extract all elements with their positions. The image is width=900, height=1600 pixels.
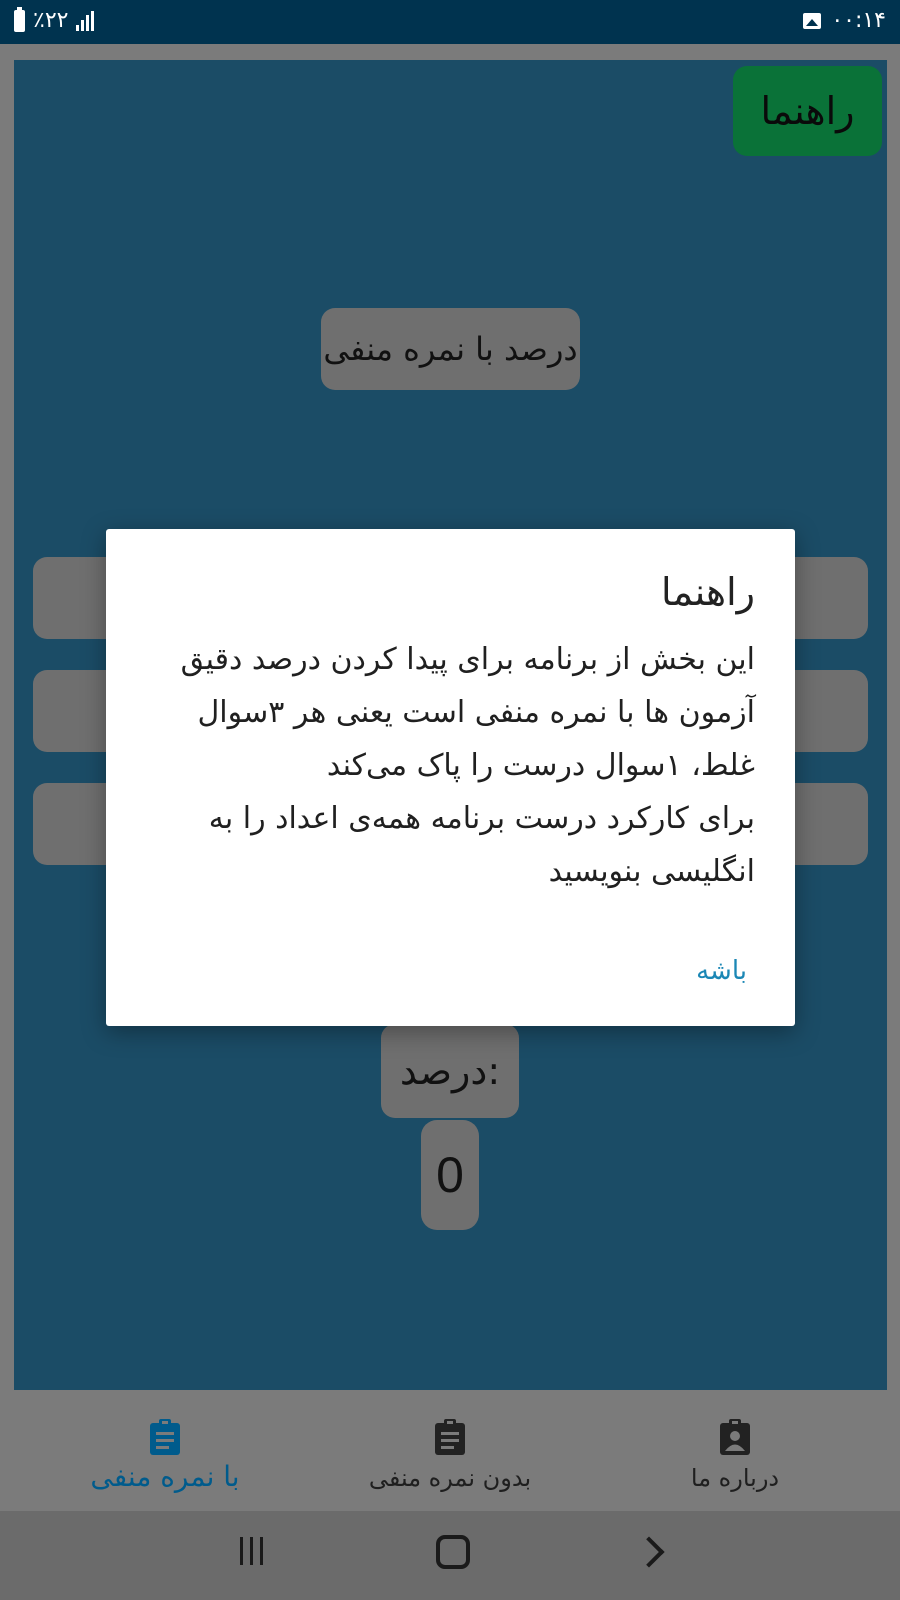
signal-icon <box>76 10 95 31</box>
nav-item-about-us[interactable]: درباره ما <box>585 1398 885 1511</box>
dialog-line: انگلیسی بنویسید <box>548 854 755 889</box>
result-label: درصد: <box>381 1024 519 1118</box>
battery-percentage: ٪۲۲ <box>33 8 69 33</box>
home-icon[interactable] <box>436 1535 470 1569</box>
image-notification-icon <box>803 12 822 29</box>
battery-icon <box>14 6 25 32</box>
dialog-line: برای کارکرد درست برنامه همه‌ی اعداد را ب… <box>208 801 755 836</box>
dialog-title: راهنما <box>661 570 755 614</box>
nav-item-without-negative[interactable]: بدون نمره منفی <box>300 1398 600 1511</box>
clipboard-list-icon <box>435 1419 465 1455</box>
page-title: درصد با نمره منفی <box>321 308 580 390</box>
dialog-message: این بخش از برنامه برای پیدا کردن درصد دق… <box>146 633 755 898</box>
help-button[interactable]: راهنما <box>733 66 882 156</box>
nav-item-with-negative[interactable]: با نمره منفی <box>15 1398 315 1511</box>
nav-label: با نمره منفی <box>90 1460 240 1493</box>
nav-label: درباره ما <box>690 1464 780 1492</box>
dialog-line: غلط، ۱سوال درست را پاک می‌کند <box>326 748 755 783</box>
nav-label: بدون نمره منفی <box>368 1464 532 1492</box>
contact-clipboard-icon <box>720 1419 750 1455</box>
bottom-navigation: با نمره منفی بدون نمره منفی درباره ما <box>0 1398 900 1511</box>
status-bar: ٪۲۲ ۰۰:۱۴ <box>0 0 900 44</box>
dialog-line: آزمون ها با نمره منفی است یعنی هر ۳سوال <box>197 695 755 730</box>
dialog-line: این بخش از برنامه برای پیدا کردن درصد دق… <box>180 642 755 677</box>
ok-button[interactable]: باشه <box>696 956 747 986</box>
status-time: ۰۰:۱۴ <box>831 8 886 33</box>
status-left: ٪۲۲ <box>14 6 95 33</box>
status-right: ۰۰:۱۴ <box>803 8 886 33</box>
clipboard-list-icon <box>150 1419 180 1455</box>
result-value: 0 <box>421 1120 479 1230</box>
help-dialog: راهنما این بخش از برنامه برای پیدا کردن … <box>106 529 795 1026</box>
back-icon[interactable] <box>633 1536 665 1568</box>
system-navigation-bar <box>0 1511 900 1600</box>
recent-apps-icon[interactable] <box>240 1537 263 1565</box>
